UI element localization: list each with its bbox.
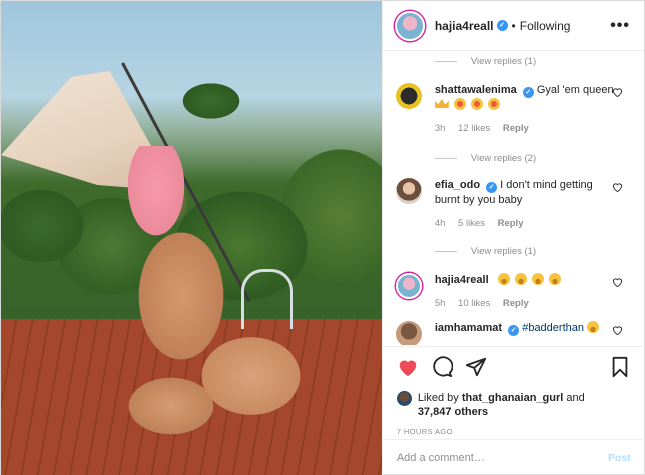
- view-replies-button[interactable]: View replies (1): [383, 53, 645, 69]
- liker-username[interactable]: that_ghanaian_gurl: [462, 392, 563, 404]
- likes-count[interactable]: 37,847 others: [418, 406, 488, 418]
- smile-emoji-icon: [514, 273, 527, 285]
- comment-heart-icon[interactable]: [612, 182, 623, 193]
- comment-likes[interactable]: 5 likes: [458, 218, 485, 229]
- author-avatar[interactable]: [394, 10, 425, 41]
- share-icon[interactable]: [465, 356, 487, 378]
- verified-badge-icon: ✓: [496, 20, 508, 31]
- comment-item: iamhamamat ✓ #badderthan: [383, 321, 645, 345]
- comment-time: 5h: [434, 298, 446, 309]
- star-eyes-emoji-icon: [453, 98, 466, 110]
- likes-prefix: Liked by: [417, 392, 459, 404]
- comment-item: hajia4reall 5h 10 likes Reply: [383, 273, 645, 311]
- smile-emoji-icon: [531, 273, 544, 285]
- post-timestamp[interactable]: 7 HOURS AGO: [397, 427, 631, 436]
- comment-item: efia_odo ✓ I don't mind getting burnt by…: [383, 178, 645, 231]
- post-photo[interactable]: [1, 1, 382, 475]
- photo-subject: [101, 146, 301, 446]
- add-comment-bar: Post: [382, 439, 645, 475]
- view-replies-label[interactable]: View replies (1): [471, 56, 536, 67]
- commenter-avatar[interactable]: [395, 273, 422, 299]
- post-modal: hajia4reall ✓ • Following ••• View repli…: [0, 0, 645, 475]
- heart-icon[interactable]: [397, 356, 419, 378]
- commenter-avatar[interactable]: [395, 321, 422, 345]
- comment-time: 3h: [434, 123, 446, 134]
- post-sidebar: hajia4reall ✓ • Following ••• View repli…: [381, 1, 645, 475]
- post-button[interactable]: Post: [608, 452, 631, 464]
- commenter-avatar[interactable]: [395, 178, 422, 204]
- comment-heart-icon[interactable]: [612, 277, 623, 288]
- more-options-icon[interactable]: •••: [610, 17, 630, 33]
- comment-input[interactable]: [396, 452, 609, 464]
- comments-list[interactable]: View replies (1) shattawalenima ✓ Gyal '…: [383, 52, 645, 345]
- view-replies-button[interactable]: View replies (2): [383, 150, 645, 166]
- likes-and: and: [566, 392, 585, 404]
- action-icons: [397, 355, 631, 379]
- reply-button[interactable]: Reply: [503, 298, 529, 309]
- reply-button[interactable]: Reply: [503, 123, 529, 134]
- commenter-avatar[interactable]: [395, 83, 422, 109]
- star-eyes-emoji-icon: [488, 98, 500, 110]
- view-replies-label[interactable]: View replies (2): [471, 153, 536, 164]
- reply-line: [434, 60, 457, 62]
- author-username[interactable]: hajia4reall: [435, 19, 494, 33]
- comment-text: Gyal 'em queen: [536, 84, 614, 96]
- commenter-username[interactable]: hajia4reall: [435, 274, 489, 286]
- post-actions: Liked by that_ghanaian_gurl and 37,847 o…: [382, 346, 645, 436]
- star-eyes-emoji-icon: [470, 98, 483, 110]
- verified-badge-icon: ✓: [522, 87, 534, 98]
- comment-time: 4h: [434, 218, 446, 229]
- smile-emoji-icon: [497, 273, 510, 285]
- post-header: hajia4reall ✓ • Following •••: [382, 1, 644, 51]
- commenter-username[interactable]: shattawalenima: [435, 84, 517, 96]
- crown-emoji-icon: [434, 99, 449, 108]
- verified-badge-icon: ✓: [508, 325, 520, 336]
- reply-line: [434, 157, 457, 159]
- comment-icon[interactable]: [431, 356, 454, 378]
- header-separator: •: [511, 18, 516, 33]
- commenter-username[interactable]: efia_odo: [435, 179, 480, 191]
- photo-palm: [171, 71, 251, 141]
- comment-likes[interactable]: 12 likes: [458, 123, 490, 134]
- comment-heart-icon[interactable]: [612, 325, 623, 336]
- following-button[interactable]: Following: [520, 19, 571, 33]
- likes-summary: Liked by that_ghanaian_gurl and 37,847 o…: [396, 391, 631, 419]
- comment-item: shattawalenima ✓ Gyal 'em queen 3h 12 li…: [383, 83, 645, 136]
- liker-avatar[interactable]: [396, 391, 412, 406]
- view-replies-button[interactable]: View replies (1): [383, 243, 645, 259]
- commenter-username[interactable]: iamhamamat: [435, 322, 502, 334]
- smile-emoji-icon: [548, 273, 561, 285]
- comment-likes[interactable]: 10 likes: [458, 298, 490, 309]
- comment-hashtag[interactable]: #badderthan: [522, 322, 584, 334]
- comment-heart-icon[interactable]: [612, 87, 623, 98]
- reply-button[interactable]: Reply: [498, 218, 524, 229]
- view-replies-label[interactable]: View replies (1): [471, 246, 536, 257]
- bookmark-icon[interactable]: [609, 356, 631, 378]
- smile-emoji-icon: [587, 321, 600, 333]
- verified-badge-icon: ✓: [486, 182, 498, 193]
- reply-line: [434, 250, 457, 252]
